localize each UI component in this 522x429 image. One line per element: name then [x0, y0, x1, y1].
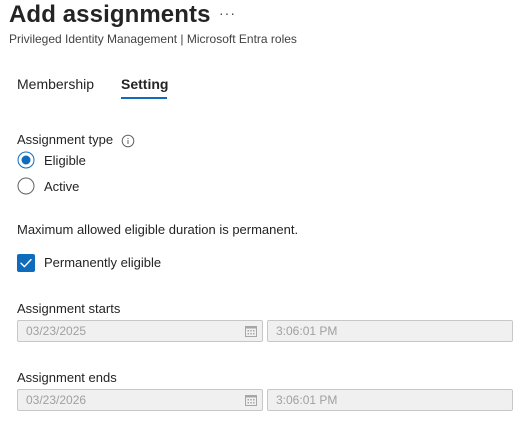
tab-membership[interactable]: Membership — [17, 75, 94, 93]
page-title: Add assignments — [9, 1, 211, 28]
permanently-eligible-checkbox[interactable] — [17, 254, 35, 272]
start-date-field[interactable]: 03/23/2025 — [17, 320, 263, 342]
duration-note: Maximum allowed eligible duration is per… — [17, 222, 299, 237]
eligible-radio-label[interactable]: Eligible — [44, 153, 86, 169]
end-time-field[interactable]: 3:06:01 PM — [267, 389, 513, 411]
permanently-eligible-label[interactable]: Permanently eligible — [44, 255, 161, 271]
start-date-value: 03/23/2025 — [26, 324, 87, 338]
info-icon[interactable] — [121, 134, 135, 148]
tab-selected-indicator — [121, 97, 167, 99]
end-date-field[interactable]: 03/23/2026 — [17, 389, 263, 411]
end-date-value: 03/23/2026 — [26, 393, 87, 407]
calendar-icon[interactable] — [245, 394, 257, 406]
start-time-field[interactable]: 3:06:01 PM — [267, 320, 513, 342]
active-radio-label[interactable]: Active — [44, 179, 79, 195]
active-radio[interactable] — [17, 177, 35, 195]
page-subtitle: Privileged Identity Management | Microso… — [9, 32, 297, 46]
add-assignments-panel: Add assignments ··· Privileged Identity … — [0, 0, 522, 429]
assignment-ends-label: Assignment ends — [17, 370, 117, 385]
calendar-icon[interactable] — [245, 325, 257, 337]
tab-setting[interactable]: Setting — [121, 75, 168, 93]
assignment-starts-label: Assignment starts — [17, 301, 121, 316]
assignment-type-label: Assignment type — [17, 132, 114, 147]
checkmark-icon — [20, 258, 32, 268]
eligible-radio[interactable] — [17, 151, 35, 169]
end-time-value: 3:06:01 PM — [276, 393, 338, 407]
start-time-value: 3:06:01 PM — [276, 324, 338, 338]
more-options-button[interactable]: ··· — [219, 4, 236, 22]
